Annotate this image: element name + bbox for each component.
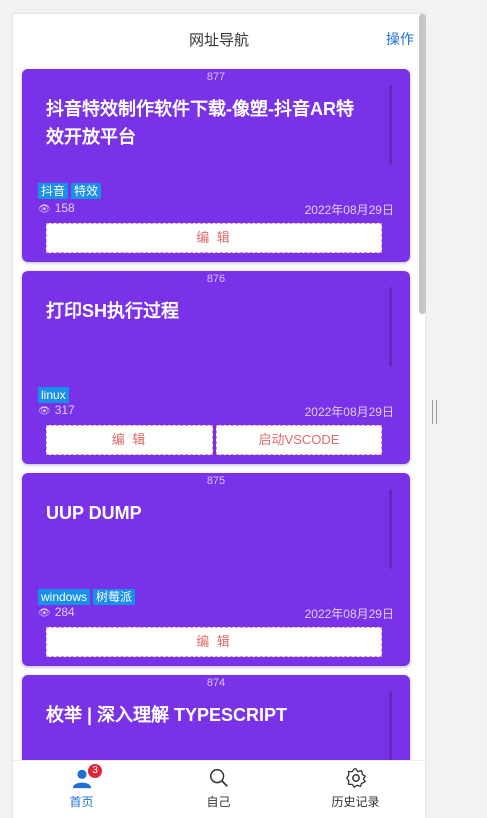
tab-label: 历史记录 bbox=[331, 795, 380, 809]
view-count: 👁 158 bbox=[38, 201, 75, 215]
tag[interactable]: 树莓派 bbox=[93, 589, 136, 605]
edit-button[interactable]: 编 辑 bbox=[46, 425, 213, 455]
card-date: 2022年08月29日 bbox=[304, 607, 394, 621]
gear-icon bbox=[346, 768, 367, 789]
eye-icon: 👁 bbox=[38, 406, 51, 417]
card-id: 877 bbox=[206, 71, 226, 83]
card-title[interactable]: UUP DUMP bbox=[46, 499, 364, 527]
search-icon bbox=[210, 769, 228, 787]
launch-vscode-button[interactable]: 启动VSCODE bbox=[216, 425, 382, 455]
bottom-tab-bar: 3 首页 自己 历史记录 bbox=[13, 760, 425, 818]
link-card[interactable]: 876 打印SH执行过程 linux 👁 317 2022年08月29日 编 辑 … bbox=[22, 271, 410, 464]
view-count: 👁 284 bbox=[38, 605, 75, 619]
title-scrollbar[interactable] bbox=[389, 691, 392, 771]
page-title: 网址导航 bbox=[188, 32, 249, 49]
card-id: 874 bbox=[206, 677, 226, 689]
card-title[interactable]: 打印SH执行过程 bbox=[46, 297, 364, 325]
title-scrollbar[interactable] bbox=[389, 287, 392, 367]
tag[interactable]: 特效 bbox=[71, 183, 102, 199]
card-date: 2022年08月29日 bbox=[304, 405, 394, 419]
app-header: 网址导航 操作 bbox=[13, 14, 425, 62]
title-scrollbar[interactable] bbox=[389, 85, 392, 165]
eye-icon: 👁 bbox=[38, 608, 51, 619]
card-id: 875 bbox=[206, 475, 226, 487]
edit-button[interactable]: 编 辑 bbox=[46, 627, 382, 657]
resize-handle[interactable] bbox=[432, 400, 438, 424]
tab-label: 自己 bbox=[206, 795, 231, 809]
page-scrollbar[interactable] bbox=[419, 14, 426, 314]
tag[interactable]: windows bbox=[38, 589, 91, 605]
card-title[interactable]: 枚举 | 深入理解 TYPESCRIPT bbox=[46, 701, 364, 729]
actions-button[interactable]: 操作 bbox=[386, 29, 414, 49]
link-card[interactable]: 875 UUP DUMP windows 树莓派 👁 284 2022年08月29日… bbox=[22, 473, 410, 666]
tab-label: 首页 bbox=[69, 795, 94, 809]
notification-badge: 3 bbox=[88, 764, 102, 778]
view-count: 👁 317 bbox=[38, 403, 75, 417]
tab-home[interactable]: 3 首页 bbox=[13, 761, 150, 818]
tag-list: linux bbox=[38, 386, 72, 404]
eye-icon: 👁 bbox=[38, 204, 51, 215]
tag[interactable]: 抖音 bbox=[38, 183, 69, 199]
tag-list: windows 树莓派 bbox=[38, 588, 138, 606]
card-title[interactable]: 抖音特效制作软件下载-像塑-抖音AR特效开放平台 bbox=[46, 95, 364, 151]
phone-frame: 网址导航 操作 877 抖音特效制作软件下载-像塑-抖音AR特效开放平台 抖音特… bbox=[13, 14, 425, 818]
card-date: 2022年08月29日 bbox=[304, 203, 394, 217]
title-scrollbar[interactable] bbox=[389, 489, 392, 569]
tab-history[interactable]: 历史记录 bbox=[287, 761, 424, 818]
card-id: 876 bbox=[206, 273, 226, 285]
tag[interactable]: linux bbox=[38, 387, 69, 403]
edit-button[interactable]: 编 辑 bbox=[46, 223, 382, 253]
link-card[interactable]: 877 抖音特效制作软件下载-像塑-抖音AR特效开放平台 抖音 特效 👁 158 2… bbox=[22, 69, 410, 262]
tab-self[interactable]: 自己 bbox=[150, 761, 287, 818]
tag-list: 抖音 特效 bbox=[38, 182, 104, 200]
